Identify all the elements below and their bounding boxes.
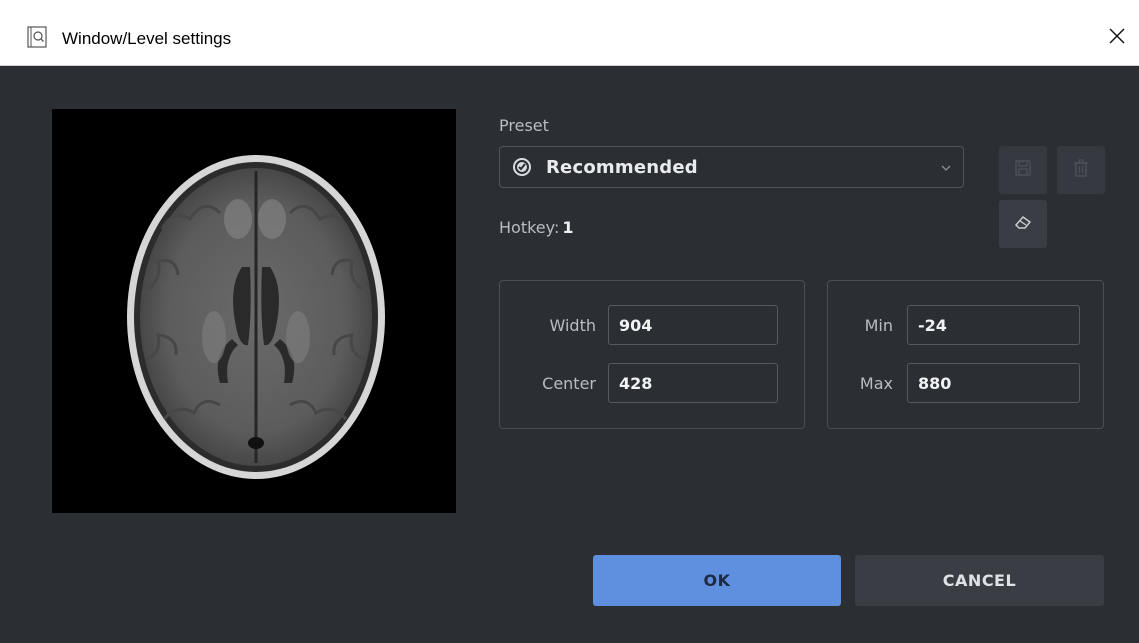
preset-dropdown[interactable]: Recommended xyxy=(499,146,964,188)
hotkey-info: Hotkey: 1 xyxy=(499,218,573,237)
hotkey-value: 1 xyxy=(562,218,574,237)
title-bar: Window/Level settings xyxy=(0,0,1139,66)
preset-selected-value: Recommended xyxy=(546,156,698,178)
min-label: Min xyxy=(864,315,893,335)
width-input[interactable]: 904 xyxy=(608,305,778,345)
window-level-dialog: Preset Recommended Hotkey: 1 Width 904 C… xyxy=(0,66,1139,643)
save-icon xyxy=(1013,158,1033,182)
min-input[interactable]: -24 xyxy=(907,305,1080,345)
max-input[interactable]: 880 xyxy=(907,363,1080,403)
close-icon[interactable] xyxy=(1101,20,1133,52)
ok-button[interactable]: OK xyxy=(593,555,841,606)
hotkey-label: Hotkey: xyxy=(499,218,560,237)
center-input[interactable]: 428 xyxy=(608,363,778,403)
reset-preset-button[interactable] xyxy=(999,200,1047,248)
cancel-button[interactable]: CANCEL xyxy=(855,555,1104,606)
max-label: Max xyxy=(859,373,893,393)
min-max-group: Min -24 Max 880 xyxy=(827,280,1104,429)
min-row: Min -24 xyxy=(828,305,1080,345)
trash-icon xyxy=(1071,158,1091,182)
eraser-icon xyxy=(1013,212,1033,236)
width-center-group: Width 904 Center 428 xyxy=(499,280,805,429)
recommended-badge-icon xyxy=(512,157,532,177)
max-row: Max 880 xyxy=(828,363,1080,403)
width-row: Width 904 xyxy=(500,305,778,345)
center-row: Center 428 xyxy=(500,363,778,403)
delete-preset-button[interactable] xyxy=(1057,146,1105,194)
window-level-app-icon xyxy=(26,26,48,48)
mri-preview-image xyxy=(52,109,456,513)
preset-label: Preset xyxy=(499,116,549,135)
window-title: Window/Level settings xyxy=(62,29,232,48)
center-label: Center xyxy=(542,373,596,393)
width-label: Width xyxy=(549,315,596,335)
save-preset-button[interactable] xyxy=(999,146,1047,194)
chevron-down-icon xyxy=(939,160,953,174)
